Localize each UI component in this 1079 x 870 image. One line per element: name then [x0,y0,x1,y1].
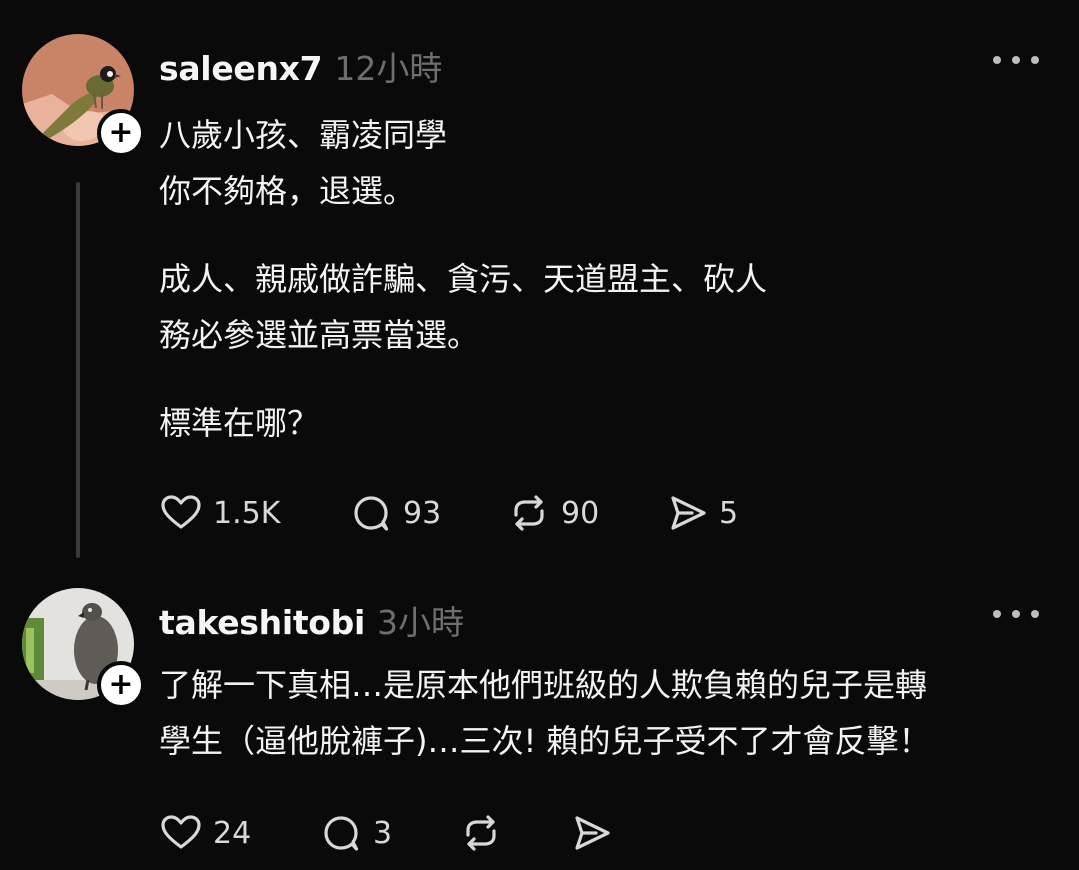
heart-icon [161,495,201,529]
post-line: 務必參選並高票當選。 [159,316,480,354]
post-line: 八歲小孩、霸凌同學 [159,116,448,154]
post-saleenx7: + saleenx7 12小時 八歲小孩、霸凌同學 你不夠格，退選。 成人、親戚… [0,0,1079,570]
username[interactable]: takeshitobi [159,603,365,642]
post-header: takeshitobi 3小時 [159,596,464,644]
comment-count: 3 [373,815,393,851]
share-button[interactable]: 5 [665,491,738,535]
post-line: 成人、親戚做詐騙、貪污、天道盟主、砍人 [159,260,768,298]
action-bar: 1.5K 93 90 5 [159,491,738,535]
heart-icon [161,815,201,849]
repost-button[interactable] [459,811,569,855]
post-line: 你不夠格，退選。 [159,172,416,210]
more-dots-icon [993,610,1001,618]
comment-count: 93 [403,495,442,531]
action-bar: 24 3 [159,811,613,855]
like-button[interactable]: 1.5K [159,491,349,535]
comment-button[interactable]: 93 [349,491,507,535]
thread-line [76,182,80,558]
send-icon [575,816,610,850]
post-header: saleenx7 12小時 [159,42,442,90]
username[interactable]: saleenx7 [159,49,323,88]
more-options-button[interactable] [993,604,1039,624]
post-line: 標準在哪？ [159,404,320,442]
timestamp: 12小時 [334,49,443,88]
share-count: 5 [719,495,739,531]
plus-icon: + [108,667,134,702]
repost-count: 90 [561,495,600,531]
timestamp: 3小時 [377,603,465,642]
like-button[interactable]: 24 [159,811,319,855]
repost-arrows-icon [514,495,544,531]
comment-button[interactable]: 3 [319,811,459,855]
more-options-button[interactable] [993,50,1039,70]
plus-icon: + [108,115,134,150]
follow-button[interactable]: + [97,661,145,709]
repost-arrows-icon [466,815,496,851]
share-button[interactable] [569,811,613,855]
more-dots-icon [993,56,1001,64]
post-line: 學生（逼他脫褲子)…三次! 賴的兒子受不了才會反擊！ [159,722,931,760]
comment-bubble-icon [324,816,359,851]
repost-button[interactable]: 90 [507,491,665,535]
post-line: 了解一下真相…是原本他們班級的人欺負賴的兒子是轉 [159,666,928,704]
follow-button[interactable]: + [97,109,145,157]
post-body: 八歲小孩、霸凌同學 你不夠格，退選。 成人、親戚做詐騙、貪污、天道盟主、砍人 務… [159,107,767,451]
like-count: 24 [213,815,252,851]
post-takeshitobi: + takeshitobi 3小時 了解一下真相…是原本他們班級的人欺負賴的兒子… [0,570,1079,870]
like-count: 1.5K [213,495,281,531]
comment-bubble-icon [354,496,389,531]
post-body: 了解一下真相…是原本他們班級的人欺負賴的兒子是轉 學生（逼他脫褲子)…三次! 賴… [159,657,931,769]
send-icon [671,496,706,530]
